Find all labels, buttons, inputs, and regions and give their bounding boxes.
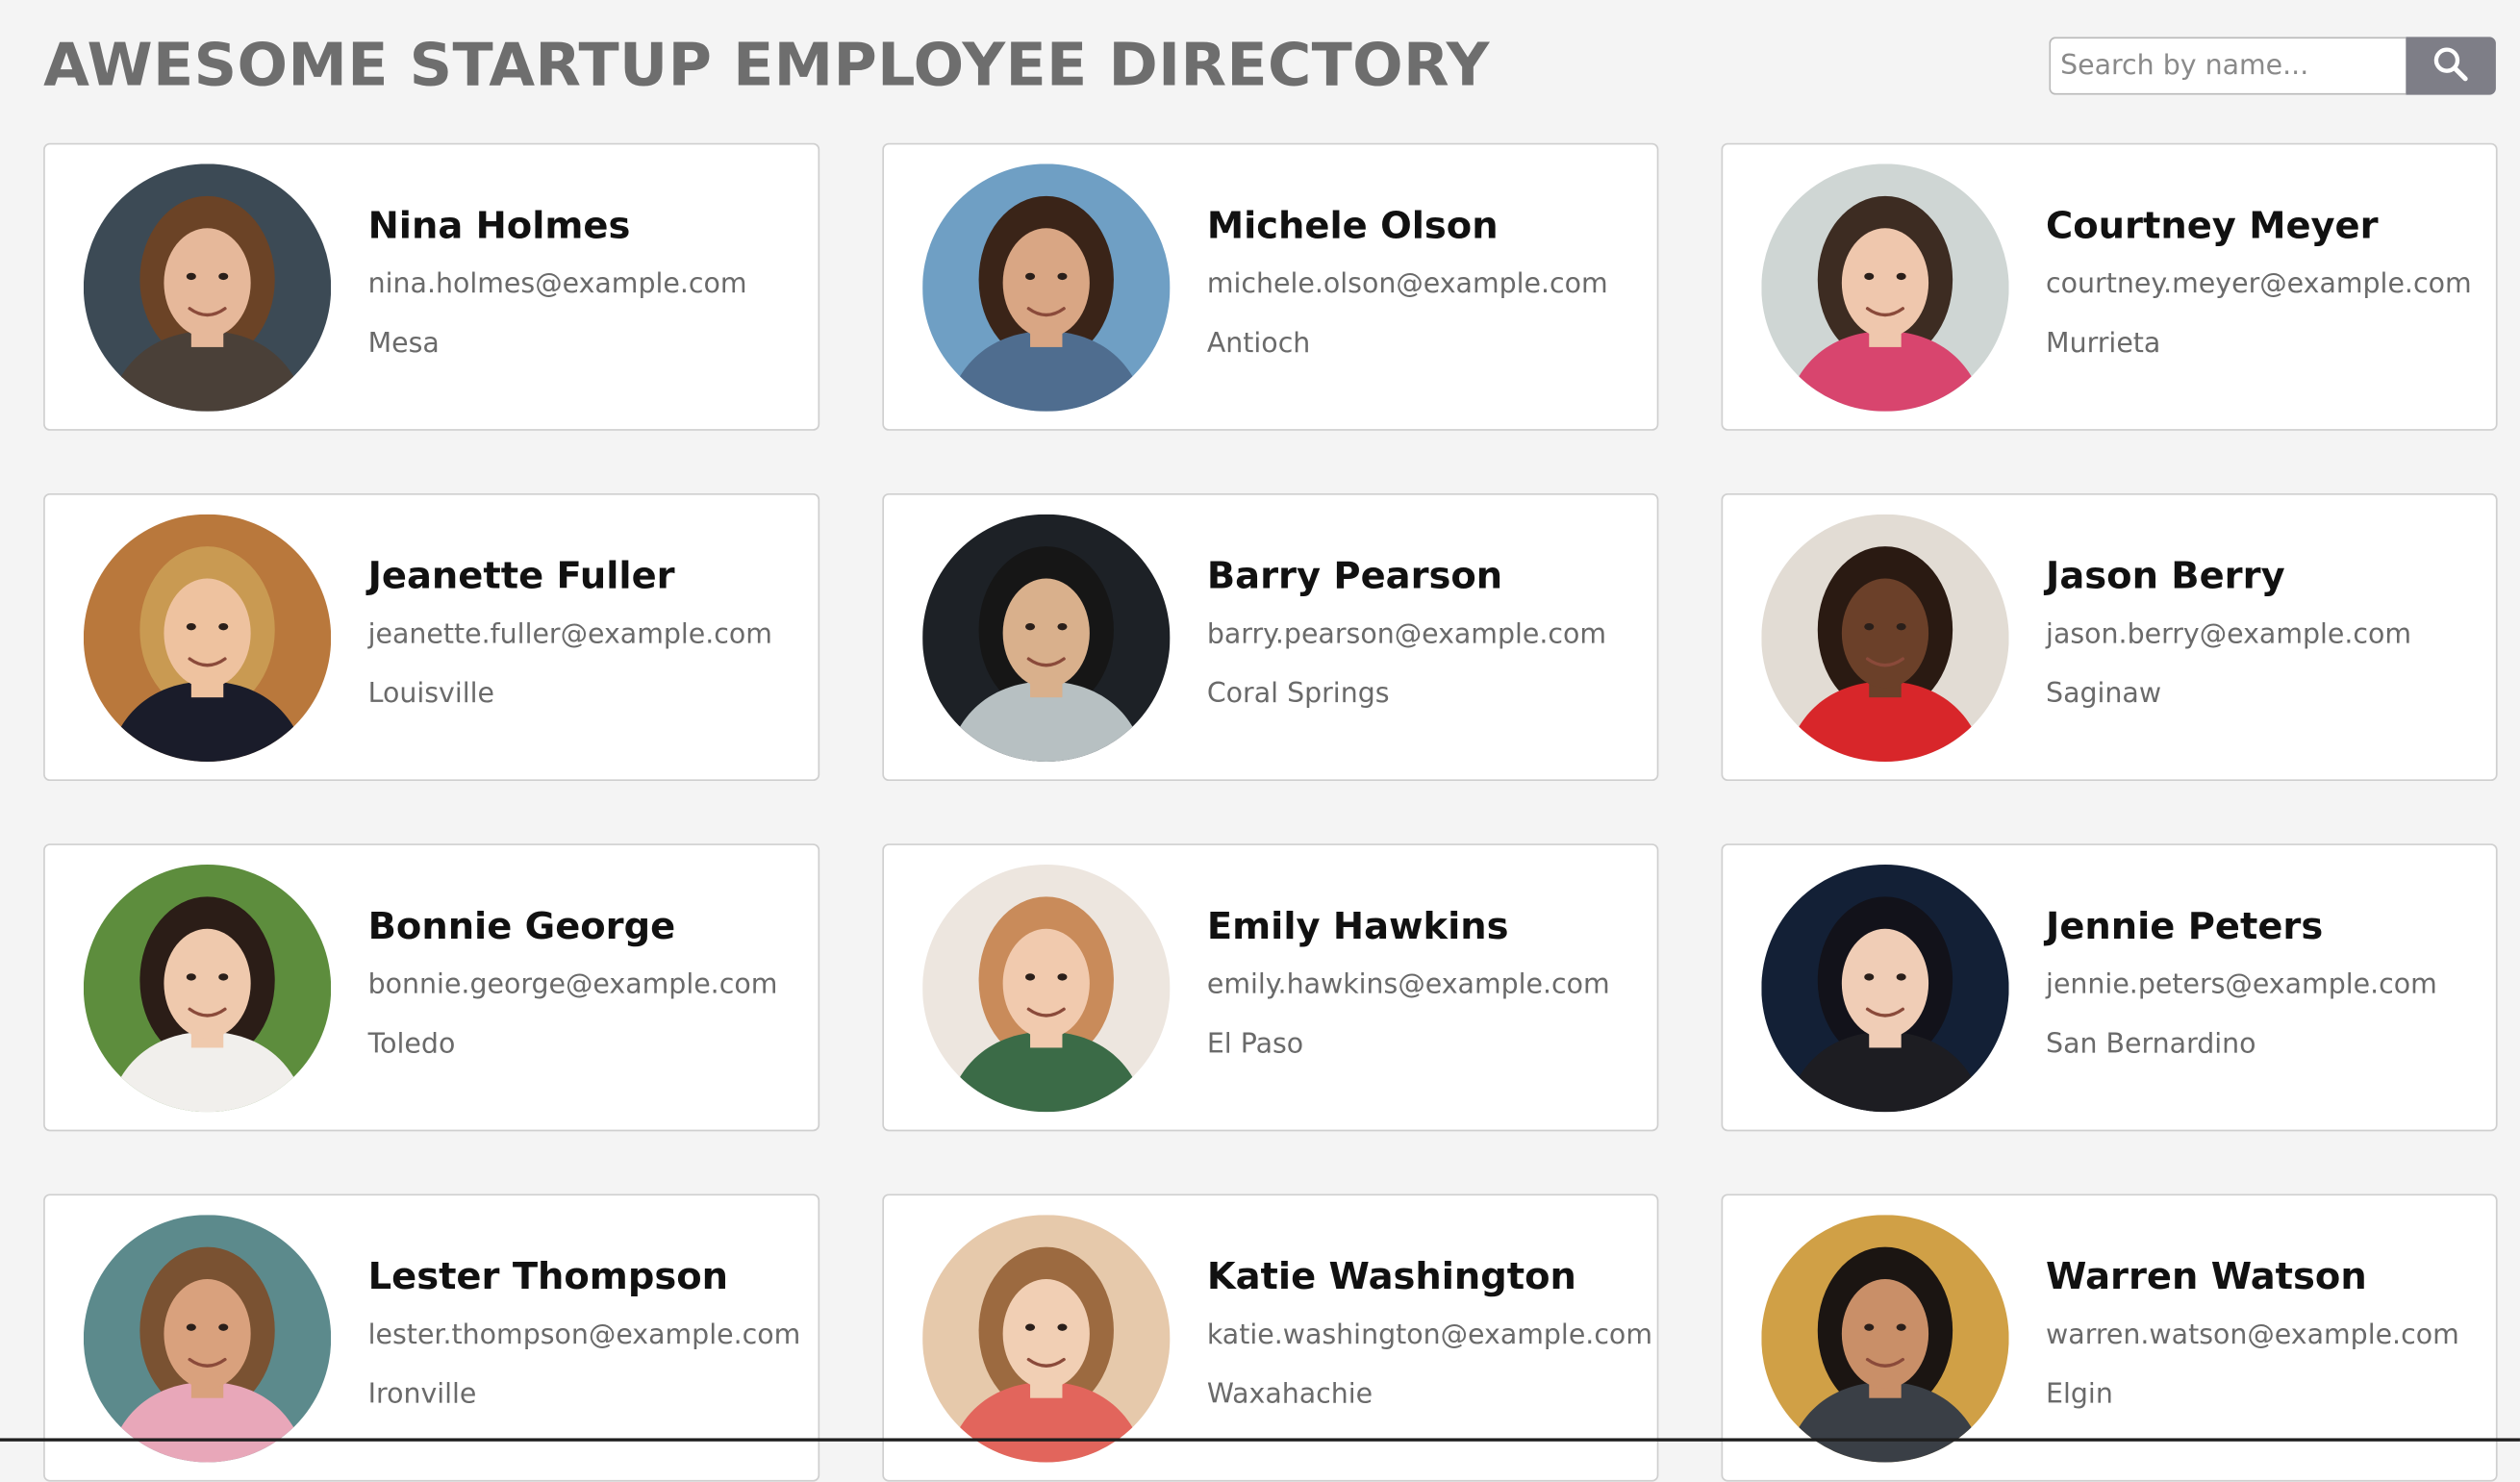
employee-card[interactable]: Bonnie George bonnie.george@example.com … [43,843,820,1132]
employee-info: Courtney Meyer courtney.meyer@example.co… [2046,203,2489,362]
search-icon [2432,44,2470,88]
employee-info: Barry Pearson barry.pearson@example.com … [1207,553,1651,712]
employee-info: Lester Thompson lester.thompson@example.… [368,1253,812,1412]
employee-card[interactable]: Courtney Meyer courtney.meyer@example.co… [1721,142,2498,431]
employee-info: Warren Watson warren.watson@example.com … [2046,1253,2489,1412]
employee-city: El Paso [1206,1028,1304,1061]
employee-email: courtney.meyer@example.com [2046,268,2472,301]
employee-grid: Nina Holmes nina.holmes@example.com Mesa… [43,142,2498,1482]
employee-email: barry.pearson@example.com [1206,618,1607,651]
employee-info: Bonnie George bonnie.george@example.com … [368,903,812,1062]
employee-card[interactable]: Barry Pearson barry.pearson@example.com … [882,492,1659,782]
avatar [922,514,1171,763]
employee-city: Mesa [367,327,440,361]
employee-card[interactable]: Jennie Peters jennie.peters@example.com … [1721,843,2498,1132]
employee-name: Jennie Peters [2046,906,2324,948]
employee-city: Elgin [2046,1378,2113,1412]
employee-name: Nina Holmes [367,205,631,248]
employee-name: Barry Pearson [1206,556,1503,598]
employee-name: Courtney Meyer [2046,205,2379,248]
window-bottom-edge [0,1438,2520,1442]
employee-card[interactable]: Michele Olson michele.olson@example.com … [882,142,1659,431]
employee-name: Bonnie George [367,906,676,948]
avatar [1761,1215,2009,1463]
employee-info: Jennie Peters jennie.peters@example.com … [2046,903,2489,1062]
search-button[interactable] [2406,37,2496,95]
employee-city: San Bernardino [2046,1028,2256,1061]
employee-email: jeanette.fuller@example.com [367,618,772,651]
avatar [83,864,332,1113]
employee-info: Katie Washington katie.washington@exampl… [1206,1253,1652,1412]
employee-name: Lester Thompson [367,1256,729,1299]
avatar [83,514,332,763]
employee-name: Katie Washington [1206,1256,1576,1299]
employee-city: Murrieta [2046,327,2161,361]
avatar [1761,864,2009,1113]
avatar [1761,163,2009,412]
search-form [2049,37,2496,95]
employee-info: Nina Holmes nina.holmes@example.com Mesa [368,203,812,362]
employee-email: jennie.peters@example.com [2046,968,2437,1001]
employee-card[interactable]: Jason Berry jason.berry@example.com Sagi… [1721,492,2498,782]
employee-name: Jason Berry [2046,556,2285,598]
employee-city: Ironville [367,1378,477,1412]
employee-email: emily.hawkins@example.com [1206,968,1610,1001]
page-title: AWESOME STARTUP EMPLOYEE DIRECTORY [43,30,1490,100]
employee-card[interactable]: Emily Hawkins emily.hawkins@example.com … [882,843,1659,1132]
employee-name: Emily Hawkins [1206,906,1509,948]
avatar [922,864,1171,1113]
employee-city: Saginaw [2046,678,2162,711]
employee-city: Louisville [367,678,495,711]
employee-name: Jeanette Fuller [367,556,675,598]
employee-email: michele.olson@example.com [1206,268,1608,301]
avatar [922,163,1171,412]
avatar [83,1215,332,1463]
employee-info: Michele Olson michele.olson@example.com … [1207,203,1651,362]
employee-info: Emily Hawkins emily.hawkins@example.com … [1207,903,1651,1062]
avatar [1761,514,2009,763]
employee-email: nina.holmes@example.com [367,268,747,301]
employee-city: Antioch [1206,327,1311,361]
employee-email: lester.thompson@example.com [367,1319,801,1352]
employee-card[interactable]: Nina Holmes nina.holmes@example.com Mesa [43,142,820,431]
employee-email: bonnie.george@example.com [367,968,778,1001]
employee-name: Michele Olson [1206,205,1499,248]
header: AWESOME STARTUP EMPLOYEE DIRECTORY [0,0,2520,129]
employee-name: Warren Watson [2046,1256,2367,1299]
avatar [83,163,332,412]
employee-card[interactable]: Jeanette Fuller jeanette.fuller@example.… [43,492,820,782]
employee-city: Toledo [367,1028,456,1061]
avatar [922,1215,1171,1463]
employee-city: Coral Springs [1206,678,1390,711]
page: AWESOME STARTUP EMPLOYEE DIRECTORY Nina … [0,0,2520,1482]
employee-email: jason.berry@example.com [2046,618,2412,651]
search-input[interactable] [2049,37,2407,95]
employee-email: warren.watson@example.com [2046,1319,2459,1352]
employee-email: katie.washington@example.com [1206,1319,1652,1352]
employee-city: Waxahachie [1206,1378,1373,1412]
employee-info: Jeanette Fuller jeanette.fuller@example.… [368,553,812,712]
employee-info: Jason Berry jason.berry@example.com Sagi… [2046,553,2489,712]
